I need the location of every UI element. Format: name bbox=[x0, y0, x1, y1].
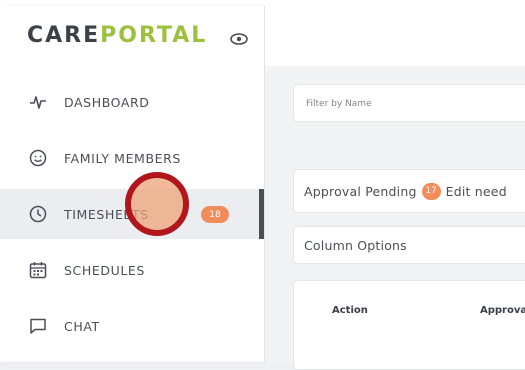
approval-pending-tab[interactable]: Approval Pending bbox=[304, 184, 417, 199]
timesheets-table: Action Approva bbox=[293, 280, 525, 370]
logo-portal-text: PORTAL bbox=[100, 23, 208, 48]
top-header bbox=[265, 6, 525, 66]
filter-box bbox=[293, 84, 525, 123]
column-header-approval[interactable]: Approva bbox=[480, 305, 525, 316]
timesheets-count-badge: 18 bbox=[201, 206, 229, 223]
logo-care-text: CARE bbox=[27, 23, 101, 48]
main-content: Approval Pending 17 Edit need Column Opt… bbox=[265, 66, 525, 370]
clock-icon bbox=[28, 204, 48, 224]
column-options-label: Column Options bbox=[304, 237, 407, 253]
click-highlight-marker bbox=[125, 172, 189, 236]
column-options-button[interactable]: Column Options bbox=[293, 226, 525, 264]
pulse-icon bbox=[28, 92, 48, 112]
eye-icon[interactable] bbox=[230, 33, 248, 45]
active-indicator bbox=[259, 189, 264, 239]
filter-by-name-input[interactable] bbox=[294, 85, 525, 123]
sidebar-item-label: CHAT bbox=[64, 318, 100, 334]
sidebar-item-schedules[interactable]: SCHEDULES bbox=[0, 245, 264, 295]
sidebar-item-label: SCHEDULES bbox=[64, 262, 145, 278]
status-filter-bar: Approval Pending 17 Edit need bbox=[293, 169, 525, 213]
smiley-icon bbox=[28, 148, 48, 168]
approval-pending-badge: 17 bbox=[421, 182, 441, 200]
sidebar-item-label: FAMILY MEMBERS bbox=[64, 150, 181, 166]
column-header-action[interactable]: Action bbox=[332, 305, 368, 316]
sidebar-item-chat[interactable]: CHAT bbox=[0, 301, 264, 351]
edit-needed-tab[interactable]: Edit need bbox=[446, 184, 507, 199]
app-logo[interactable]: CAREPORTAL bbox=[27, 23, 207, 48]
sidebar-item-label: DASHBOARD bbox=[64, 94, 150, 110]
chat-bubble-icon bbox=[28, 316, 48, 336]
sidebar-item-family-members[interactable]: FAMILY MEMBERS bbox=[0, 133, 264, 183]
sidebar-item-dashboard[interactable]: DASHBOARD bbox=[0, 77, 264, 127]
calendar-icon bbox=[28, 260, 48, 280]
